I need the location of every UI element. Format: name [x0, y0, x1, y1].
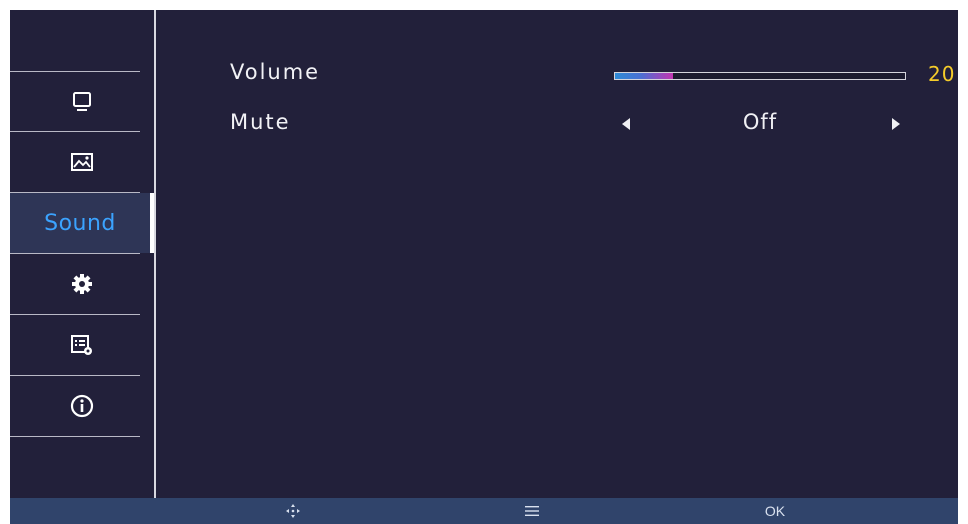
ok-button[interactable]: OK [760, 498, 790, 524]
gear-icon [71, 273, 93, 295]
sidebar-item-label: Sound [44, 210, 116, 236]
mute-prev-arrow-icon[interactable] [622, 118, 630, 130]
sidebar-item-picture[interactable] [10, 132, 154, 192]
info-icon [70, 394, 94, 418]
volume-label: Volume [230, 60, 321, 84]
sidebar-item-display[interactable] [10, 72, 154, 132]
move-arrows-icon[interactable] [280, 498, 306, 524]
bottom-bar: OK [10, 498, 958, 524]
system-settings-icon [70, 334, 94, 356]
volume-slider-fill [615, 73, 673, 79]
sidebar-item-settings[interactable] [10, 254, 154, 314]
mute-label: Mute [230, 110, 291, 134]
monitor-osd: Sound Volume 20 Mute Off OK [10, 10, 958, 524]
sidebar-item-sound[interactable]: Sound [10, 193, 154, 253]
sidebar: Sound [10, 10, 154, 498]
menu-icon[interactable] [522, 498, 542, 524]
volume-slider[interactable] [614, 72, 906, 80]
volume-value: 20 [928, 62, 956, 86]
monitor-icon [71, 91, 93, 113]
vertical-divider [154, 10, 156, 498]
mute-value[interactable]: Off [730, 110, 790, 134]
sidebar-item-system[interactable] [10, 315, 154, 375]
mute-next-arrow-icon[interactable] [892, 118, 900, 130]
sidebar-separator [10, 436, 140, 437]
sidebar-item-info[interactable] [10, 376, 154, 436]
picture-icon [70, 152, 94, 172]
